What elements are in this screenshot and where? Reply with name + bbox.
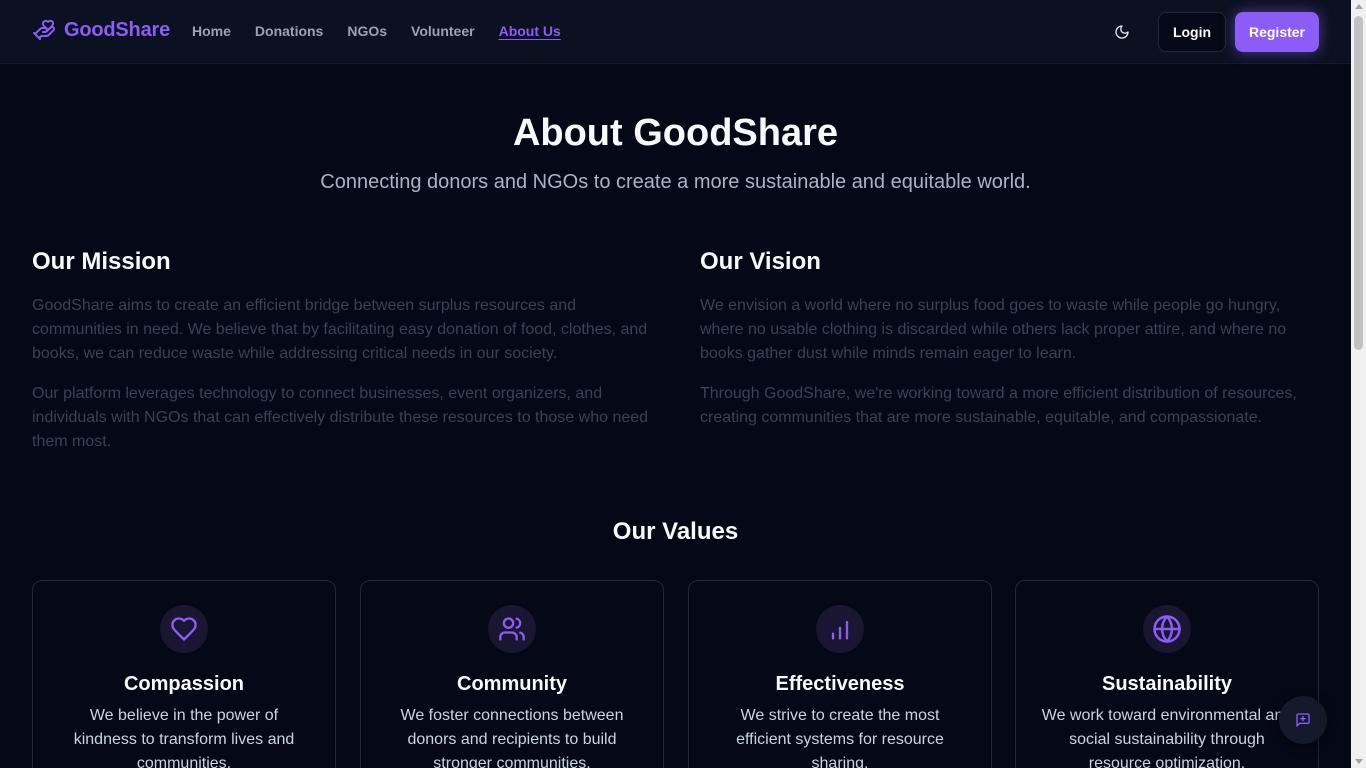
- site-header: GoodShare Home Donations NGOs Volunteer …: [0, 0, 1351, 64]
- users-icon: [499, 617, 525, 641]
- value-text: We believe in the power of kindness to t…: [73, 707, 295, 768]
- theme-toggle-button[interactable]: [1106, 16, 1138, 48]
- chat-button[interactable]: [1279, 696, 1327, 744]
- nav-about-us[interactable]: About Us: [499, 23, 561, 39]
- scroll-down-arrow-icon[interactable]: [1355, 759, 1363, 764]
- scroll-up-arrow-icon[interactable]: [1355, 4, 1363, 9]
- globe-icon: [1153, 615, 1181, 643]
- brand-logo-link[interactable]: GoodShare: [32, 18, 170, 42]
- values-title: Our Values: [612, 518, 739, 545]
- value-text: We strive to create the most efficient s…: [736, 707, 944, 768]
- value-title: Effectiveness: [775, 673, 905, 695]
- mission-title: Our Mission: [32, 248, 171, 275]
- register-button[interactable]: Register: [1235, 12, 1319, 52]
- vision-section: Our Vision We envision a world where no …: [700, 248, 1320, 446]
- vision-paragraph: Through GoodShare, we're working toward …: [700, 385, 1297, 426]
- vision-paragraph: We envision a world where no surplus foo…: [700, 297, 1287, 362]
- value-card-sustainability: Sustainability We work toward environmen…: [1015, 580, 1319, 768]
- mission-paragraph: Our platform leverages technology to con…: [32, 385, 649, 450]
- mission-paragraph: GoodShare aims to create an efficient br…: [32, 297, 648, 362]
- value-text: We work toward environmental and social …: [1041, 707, 1293, 768]
- scrollbar-thumb[interactable]: [1354, 16, 1363, 350]
- nav-donations[interactable]: Donations: [255, 23, 323, 39]
- value-text: We foster connections between donors and…: [400, 707, 624, 768]
- mission-section: Our Mission GoodShare aims to create an …: [32, 248, 652, 470]
- value-icon-wrap: [160, 605, 208, 653]
- main-nav: Home Donations NGOs Volunteer About Us: [192, 23, 561, 39]
- page-title: About GoodShare: [512, 112, 839, 154]
- heart-icon: [171, 617, 197, 641]
- message-plus-icon: [1296, 713, 1310, 727]
- brand-name: GoodShare: [64, 18, 170, 41]
- nav-home[interactable]: Home: [192, 23, 231, 39]
- value-icon-wrap: [816, 605, 864, 653]
- moon-icon: [1115, 25, 1129, 39]
- value-card-compassion: Compassion We believe in the power of ki…: [32, 580, 336, 768]
- value-icon-wrap: [1143, 605, 1191, 653]
- value-title: Sustainability: [1101, 673, 1233, 695]
- hand-heart-icon: [33, 19, 55, 40]
- page-subtitle: Connecting donors and NGOs to create a m…: [320, 171, 1031, 193]
- value-icon-wrap: [488, 605, 536, 653]
- vision-title: Our Vision: [700, 248, 821, 275]
- value-card-community: Community We foster connections between …: [360, 580, 664, 768]
- page-scrollbar[interactable]: [1351, 0, 1366, 768]
- login-button[interactable]: Login: [1158, 12, 1226, 52]
- value-title: Compassion: [123, 673, 245, 695]
- nav-ngos[interactable]: NGOs: [347, 23, 387, 39]
- value-title: Community: [457, 673, 567, 695]
- nav-volunteer[interactable]: Volunteer: [411, 23, 475, 39]
- bar-chart-icon: [831, 620, 849, 640]
- value-card-effectiveness: Effectiveness We strive to create the mo…: [688, 580, 992, 768]
